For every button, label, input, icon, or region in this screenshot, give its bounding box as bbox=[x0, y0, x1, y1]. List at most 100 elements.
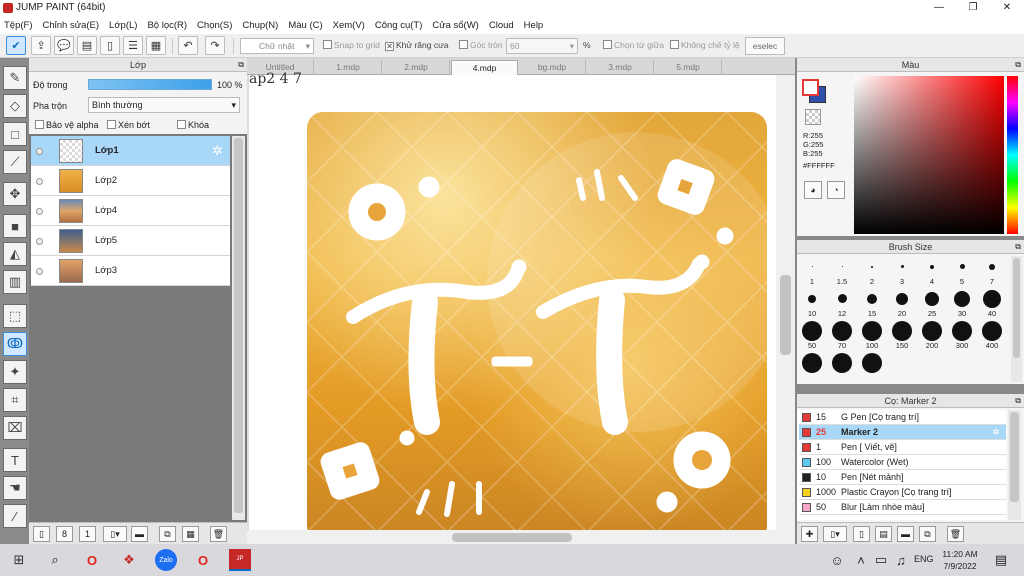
list-icon[interactable]: ☰ bbox=[123, 36, 143, 55]
brush-size-option[interactable]: 70 bbox=[827, 320, 857, 352]
trash-icon[interactable]: 🗑 bbox=[947, 526, 964, 542]
bucket-tool-icon[interactable]: ◭ bbox=[3, 242, 27, 266]
menu-filter[interactable]: Bộ lọc(R) bbox=[147, 20, 187, 31]
tab-1-mdp[interactable]: 1.mdp bbox=[315, 60, 382, 75]
tab-5-mdp[interactable]: 5.mdp bbox=[655, 60, 722, 75]
brush-size-option[interactable]: 4 bbox=[917, 256, 947, 288]
visibility-icon[interactable] bbox=[36, 238, 43, 245]
search-icon[interactable]: ⌕ bbox=[44, 549, 66, 571]
menu-capture[interactable]: Chụp(N) bbox=[242, 20, 278, 31]
brush-size-option[interactable]: 10 bbox=[797, 288, 827, 320]
folder-icon[interactable]: ▬ bbox=[131, 526, 148, 542]
comment-icon[interactable]: 💬 bbox=[54, 36, 74, 55]
brush-size-option[interactable]: 150 bbox=[887, 320, 917, 352]
foreground-color-swatch[interactable] bbox=[802, 79, 819, 96]
clip-option[interactable]: Xén bớt bbox=[107, 120, 150, 130]
tab-4-mdp[interactable]: 4.mdp bbox=[451, 60, 518, 75]
brush-size-option[interactable]: 20 bbox=[887, 288, 917, 320]
visibility-icon[interactable] bbox=[36, 178, 43, 185]
share-icon[interactable]: ⇪ bbox=[31, 36, 51, 55]
protect-alpha-option[interactable]: Bảo vệ alpha bbox=[35, 120, 99, 130]
layer-row[interactable]: Lớp5 bbox=[31, 226, 230, 256]
brush-row[interactable]: 25 Marker 2 ✲ bbox=[799, 425, 1006, 440]
new-layer-8bit-icon[interactable]: 8 bbox=[56, 526, 73, 542]
menu-help[interactable]: Help bbox=[524, 20, 544, 31]
snap-to-grid-option[interactable]: Snap to grid bbox=[323, 40, 380, 50]
antialias-option[interactable]: ✕ Khử răng cưa bbox=[385, 40, 449, 51]
layer-row[interactable]: Lớp1 ✲ bbox=[31, 136, 230, 166]
redo-icon[interactable]: ↷ bbox=[205, 36, 225, 55]
menu-cloud[interactable]: Cloud bbox=[489, 20, 514, 31]
brush-size-option[interactable]: 200 bbox=[917, 320, 947, 352]
menu-layer[interactable]: Lớp(L) bbox=[109, 20, 137, 31]
brush-size-option[interactable]: 50 bbox=[797, 320, 827, 352]
brush-edit-icon[interactable]: ▤ bbox=[875, 526, 892, 542]
brush-size-option[interactable]: 2 bbox=[857, 256, 887, 288]
brush-size-option[interactable]: 300 bbox=[947, 320, 977, 352]
grid-icon[interactable]: ▦ bbox=[146, 36, 166, 55]
close-button[interactable]: ✕ bbox=[990, 0, 1024, 16]
menu-tools[interactable]: Công cụ(T) bbox=[375, 20, 423, 31]
shape-select[interactable]: Chữ nhật ▾ bbox=[240, 38, 314, 54]
merge-layer-icon[interactable]: ▦ bbox=[182, 526, 199, 542]
brush-size-option[interactable] bbox=[827, 352, 857, 384]
move-tool-icon[interactable]: ✥ bbox=[3, 182, 27, 206]
canvas-vertical-scrollbar[interactable] bbox=[776, 75, 795, 533]
menu-select[interactable]: Chọn(S) bbox=[197, 20, 232, 31]
rectangle-tool-icon[interactable]: □ bbox=[3, 122, 27, 146]
brush-duplicate-icon[interactable]: ⧉ bbox=[919, 526, 936, 542]
text-tool-icon[interactable]: T bbox=[3, 448, 27, 472]
lock-option[interactable]: Khóa bbox=[177, 120, 209, 130]
opera-gx-icon[interactable]: O bbox=[192, 549, 214, 571]
chevron-up-icon[interactable]: ˄ bbox=[850, 549, 872, 571]
select-eraser-tool-icon[interactable]: ⌧ bbox=[3, 416, 27, 440]
canvas-horizontal-scrollbar[interactable] bbox=[247, 530, 795, 544]
select-rect-tool-icon[interactable]: ⬚ bbox=[3, 304, 27, 328]
brush-add-icon[interactable]: ✚ bbox=[801, 526, 818, 542]
menu-file[interactable]: Tệp(F) bbox=[4, 20, 33, 31]
clock[interactable]: 11:20 AM 7/9/2022 bbox=[940, 548, 980, 572]
network-icon[interactable]: ▭ bbox=[870, 549, 892, 571]
brush-size-option[interactable]: 100 bbox=[857, 320, 887, 352]
trash-icon[interactable]: 🗑 bbox=[210, 526, 227, 542]
brush-size-option[interactable]: 400 bbox=[977, 320, 1007, 352]
paint-app-icon[interactable]: ❖ bbox=[118, 549, 140, 571]
brush-size-option[interactable]: 25 bbox=[917, 288, 947, 320]
tab-3-mdp[interactable]: 3.mdp bbox=[587, 60, 654, 75]
panel-float-icon[interactable]: ⧉ bbox=[238, 60, 244, 70]
brush-size-option[interactable]: 1 bbox=[797, 256, 827, 288]
eyedropper-tool-icon[interactable]: ⁄ bbox=[3, 504, 27, 528]
visibility-icon[interactable] bbox=[36, 208, 43, 215]
panel-float-icon[interactable]: ⧉ bbox=[1015, 242, 1021, 252]
brush-size-option[interactable]: 7 bbox=[977, 256, 1007, 288]
lasso-tool-icon[interactable]: ↂ bbox=[3, 332, 27, 356]
palette-settings-icon[interactable]: ◔ bbox=[827, 181, 845, 199]
brush-size-option[interactable] bbox=[797, 352, 827, 384]
fill-rect-tool-icon[interactable]: ■ bbox=[3, 214, 27, 238]
opacity-slider[interactable] bbox=[88, 79, 212, 90]
hand-tool-icon[interactable]: ☚ bbox=[3, 476, 27, 500]
volume-icon[interactable]: ♫ bbox=[890, 549, 912, 571]
tab-bg-mdp[interactable]: bg.mdp bbox=[519, 60, 586, 75]
layer-scrollbar[interactable] bbox=[232, 136, 245, 520]
select-from-center-option[interactable]: Chọn từ giữa bbox=[603, 40, 664, 50]
brush-row[interactable]: 15 G Pen [Cọ trang trí] bbox=[799, 410, 1006, 425]
gear-icon[interactable]: ✲ bbox=[992, 425, 1000, 439]
hue-slider[interactable] bbox=[1007, 76, 1018, 234]
panel-float-icon[interactable]: ⧉ bbox=[1015, 60, 1021, 70]
pen-tool-icon[interactable]: ✎ bbox=[3, 66, 27, 90]
brush-row[interactable]: 1 Pen [ Viết, vẽ] bbox=[799, 440, 1006, 455]
add-layer-menu-icon[interactable]: ▯▾ bbox=[103, 526, 127, 542]
palette-icon[interactable]: ◕ bbox=[804, 181, 822, 199]
check-icon[interactable]: ✔ bbox=[6, 36, 26, 55]
maximize-button[interactable]: ❐ bbox=[956, 0, 990, 16]
new-layer-icon[interactable]: ▯ bbox=[33, 526, 50, 542]
duplicate-layer-icon[interactable]: ⧉ bbox=[159, 526, 176, 542]
layer-row[interactable]: Lớp2 bbox=[31, 166, 230, 196]
zalo-icon[interactable]: Zalo bbox=[155, 549, 177, 571]
brush-size-option[interactable]: 40 bbox=[977, 288, 1007, 320]
saturation-value-picker[interactable] bbox=[854, 76, 1004, 234]
magic-wand-tool-icon[interactable]: ✦ bbox=[3, 360, 27, 384]
tab-2-mdp[interactable]: 2.mdp bbox=[383, 60, 450, 75]
people-icon[interactable]: ☺ bbox=[826, 549, 848, 571]
